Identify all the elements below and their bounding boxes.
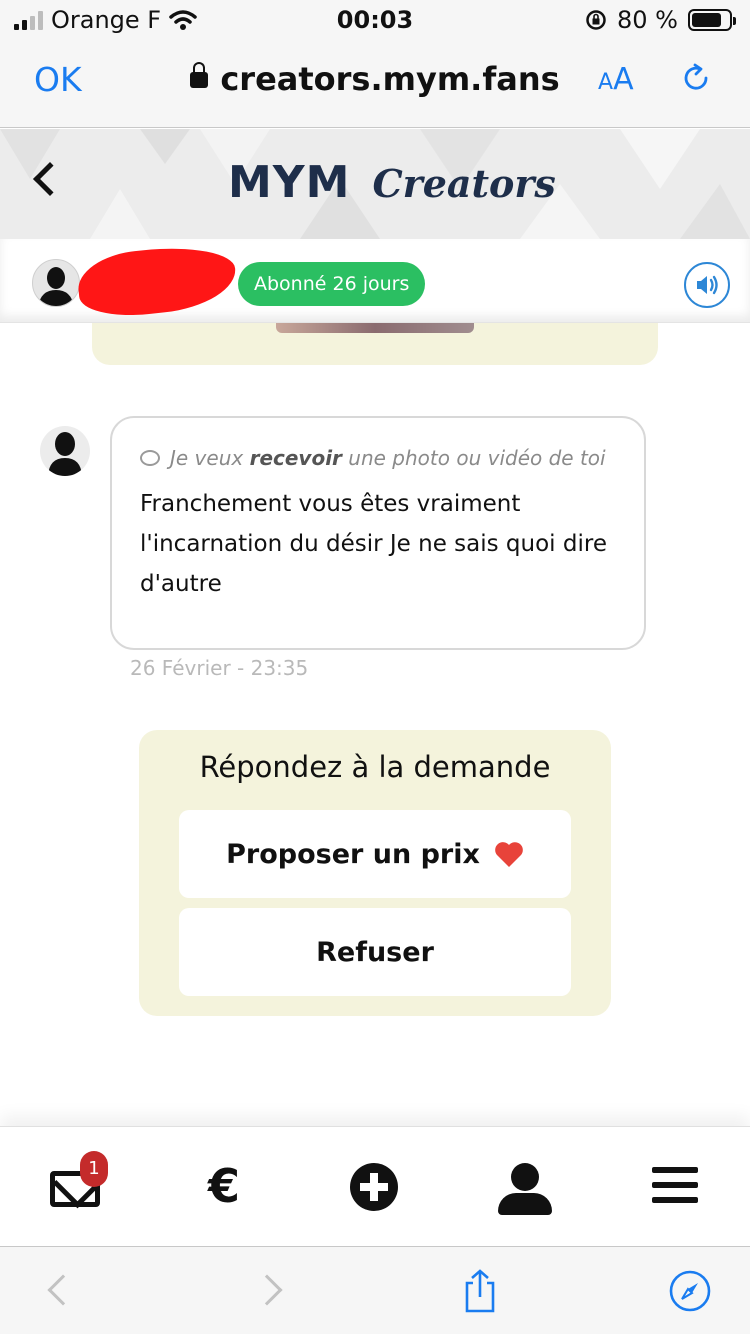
mym-logo: MYM Creators xyxy=(228,157,556,208)
text-size-button[interactable]: AA xyxy=(598,62,634,97)
nav-menu[interactable] xyxy=(652,1163,712,1223)
request-type: Je veux recevoir une photo ou vidéo de t… xyxy=(140,438,616,478)
propose-price-button[interactable]: Proposer un prix xyxy=(179,810,571,898)
lock-icon xyxy=(190,62,209,88)
browser-toolbar xyxy=(0,1246,750,1334)
plus-circle-icon xyxy=(350,1163,398,1211)
browser-forward-icon[interactable] xyxy=(251,1274,283,1306)
refuse-label: Refuser xyxy=(316,936,434,968)
user-icon xyxy=(498,1163,552,1215)
url-field[interactable]: creators.mym.fans xyxy=(0,60,750,98)
request-suffix: une photo ou vidéo de toi xyxy=(341,446,606,470)
orientation-lock-icon xyxy=(586,10,606,30)
reply-title: Répondez à la demande xyxy=(199,750,551,784)
logo-product: Creators xyxy=(372,161,556,206)
text-size-large: A xyxy=(613,62,634,97)
heart-icon xyxy=(495,842,523,867)
share-icon[interactable] xyxy=(460,1269,500,1313)
battery-icon xyxy=(688,9,736,31)
person-silhouette-icon xyxy=(38,267,74,306)
reply-panel: Répondez à la demande Proposer un prix R… xyxy=(139,730,611,1016)
person-silhouette-icon xyxy=(48,432,82,476)
status-bar: Orange F 00:03 80 % xyxy=(0,0,750,42)
logo-brand: MYM xyxy=(228,157,351,208)
subscriber-avatar[interactable] xyxy=(32,259,80,307)
app-bottom-nav: 1 € xyxy=(0,1126,750,1246)
previous-media-thumbnail[interactable] xyxy=(276,323,474,333)
browser-address-bar: OK creators.mym.fans AA xyxy=(0,42,750,128)
nav-earnings[interactable]: € xyxy=(202,1159,262,1223)
message-timestamp: 26 Février - 23:35 xyxy=(130,656,309,680)
compass-icon[interactable] xyxy=(668,1269,712,1313)
previous-message-card xyxy=(92,323,658,365)
request-prefix: Je veux xyxy=(170,446,250,470)
battery-percent: 80 % xyxy=(617,6,678,34)
status-right: 80 % xyxy=(585,6,736,34)
url-text: creators.mym.fans xyxy=(220,60,560,98)
reload-icon[interactable] xyxy=(680,62,712,94)
refuse-button[interactable]: Refuser xyxy=(179,908,571,996)
euro-icon: € xyxy=(208,1159,241,1213)
speech-bubble-icon xyxy=(140,450,160,466)
nav-messages[interactable]: 1 xyxy=(50,1151,110,1223)
menu-icon xyxy=(652,1167,698,1212)
nav-profile[interactable] xyxy=(498,1163,558,1223)
app-header: MYM Creators xyxy=(0,129,750,239)
browser-back-icon[interactable] xyxy=(47,1274,79,1306)
text-size-small: A xyxy=(598,70,614,95)
message-bubble: Je veux recevoir une photo ou vidéo de t… xyxy=(110,416,646,650)
subscription-badge: Abonné 26 jours xyxy=(238,262,426,306)
redacted-username xyxy=(75,240,239,322)
propose-price-label: Proposer un prix xyxy=(226,838,480,870)
speaker-icon xyxy=(697,275,718,295)
sound-button[interactable] xyxy=(684,262,730,308)
sender-avatar[interactable] xyxy=(40,426,90,476)
nav-create[interactable] xyxy=(350,1163,410,1223)
subscriber-bar: Abonné 26 jours xyxy=(0,239,750,323)
request-bold: recevoir xyxy=(249,446,342,470)
message-text: Franchement vous êtes vraiment l'incarna… xyxy=(140,491,607,597)
notification-badge: 1 xyxy=(80,1151,108,1187)
